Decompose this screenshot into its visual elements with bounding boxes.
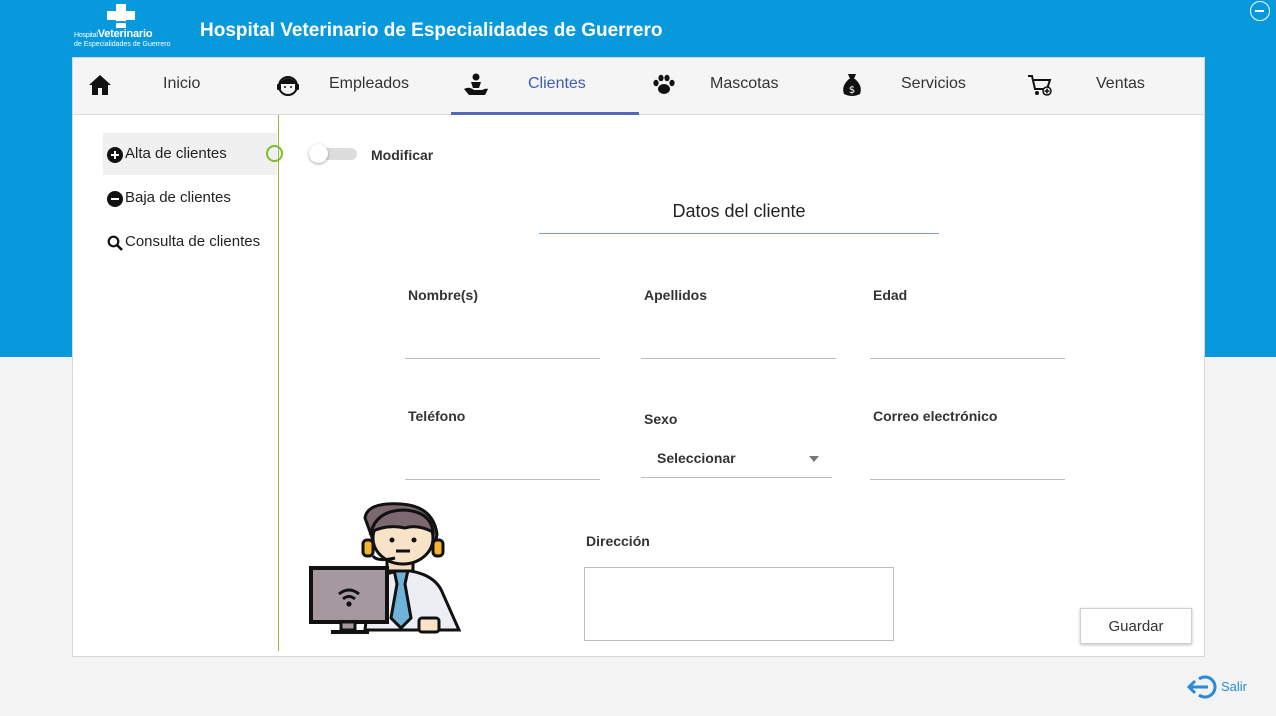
edad-label: Edad — [873, 287, 908, 303]
apellidos-label: Apellidos — [644, 287, 708, 303]
tab-inicio[interactable]: Inicio — [73, 58, 261, 114]
search-icon — [107, 235, 123, 251]
tab-label: Empleados — [329, 75, 410, 92]
minimize-button[interactable] — [1250, 1, 1270, 21]
direccion-textarea[interactable] — [584, 567, 894, 641]
sexo-select[interactable]: Seleccionar — [641, 445, 832, 478]
correo-label: Correo electrónico — [873, 408, 998, 424]
edad-input[interactable] — [870, 332, 1065, 359]
form-title: Datos del cliente — [672, 201, 806, 221]
paw-icon — [653, 74, 675, 94]
top-navbar: Inicio Empleados Clientes Mascotas $ Ser… — [73, 58, 1204, 115]
exit-icon — [1187, 675, 1217, 699]
correo-input[interactable] — [870, 453, 1065, 480]
tab-servicios[interactable]: $ Servicios — [827, 58, 1015, 114]
home-icon — [89, 75, 111, 95]
exit-label: Salir — [1221, 679, 1248, 694]
svg-text:$: $ — [849, 85, 855, 96]
sidebar-item-label: Consulta de clientes — [125, 233, 261, 250]
title-divider — [539, 233, 939, 234]
sidebar-item-label: Alta de clientes — [125, 145, 227, 162]
tab-mascotas[interactable]: Mascotas — [639, 58, 827, 114]
telefono-input[interactable] — [405, 453, 600, 480]
clients-icon — [464, 73, 488, 95]
sexo-select-value: Seleccionar — [657, 450, 736, 466]
sidebar-item-alta[interactable]: Alta de clientes — [103, 133, 283, 175]
tab-label: Clientes — [528, 75, 586, 92]
sidebar: Alta de clientes Baja de clientes Consul… — [73, 115, 283, 651]
logo-text-line1: HospitalVeterinario — [74, 28, 153, 40]
medical-cross-icon — [107, 4, 135, 28]
apellidos-input[interactable] — [641, 332, 836, 359]
tab-label: Servicios — [901, 75, 966, 92]
cart-icon — [1028, 75, 1052, 96]
sidebar-item-baja[interactable]: Baja de clientes — [103, 177, 277, 219]
plus-circle-icon — [107, 147, 123, 163]
support-agent-illustration — [309, 502, 462, 634]
tab-label: Inicio — [163, 75, 201, 92]
sidebar-item-consulta[interactable]: Consulta de clientes — [103, 221, 277, 263]
exit-button[interactable]: Salir — [1187, 674, 1267, 700]
telefono-label: Teléfono — [408, 408, 466, 424]
sidebar-item-label: Baja de clientes — [125, 189, 231, 206]
app-title: Hospital Veterinario de Especialidades d… — [200, 20, 663, 41]
save-button[interactable]: Guardar — [1080, 608, 1192, 644]
tab-label: Ventas — [1096, 75, 1145, 92]
minus-circle-icon — [107, 191, 123, 207]
sexo-label: Sexo — [644, 411, 678, 427]
toggle-knob — [309, 144, 328, 163]
employee-icon — [277, 76, 299, 96]
toggle-label: Modificar — [371, 147, 434, 163]
tab-clientes[interactable]: Clientes — [451, 58, 639, 115]
nombre-label: Nombre(s) — [408, 287, 479, 303]
direccion-label: Dirección — [586, 533, 650, 549]
tab-label: Mascotas — [710, 75, 779, 92]
tab-empleados[interactable]: Empleados — [261, 58, 449, 114]
nombre-input[interactable] — [405, 332, 600, 359]
dropdown-arrow-icon — [809, 456, 819, 462]
modificar-toggle[interactable] — [309, 144, 359, 163]
main-card: Inicio Empleados Clientes Mascotas $ Ser… — [72, 57, 1205, 657]
active-indicator-icon — [266, 145, 283, 162]
hospital-logo: HospitalVeterinario de Especialidades de… — [74, 4, 172, 50]
money-bag-icon: $ — [843, 74, 861, 96]
tab-ventas[interactable]: Ventas — [1015, 58, 1203, 114]
logo-text-line2: de Especialidades de Guerrero — [74, 41, 171, 48]
